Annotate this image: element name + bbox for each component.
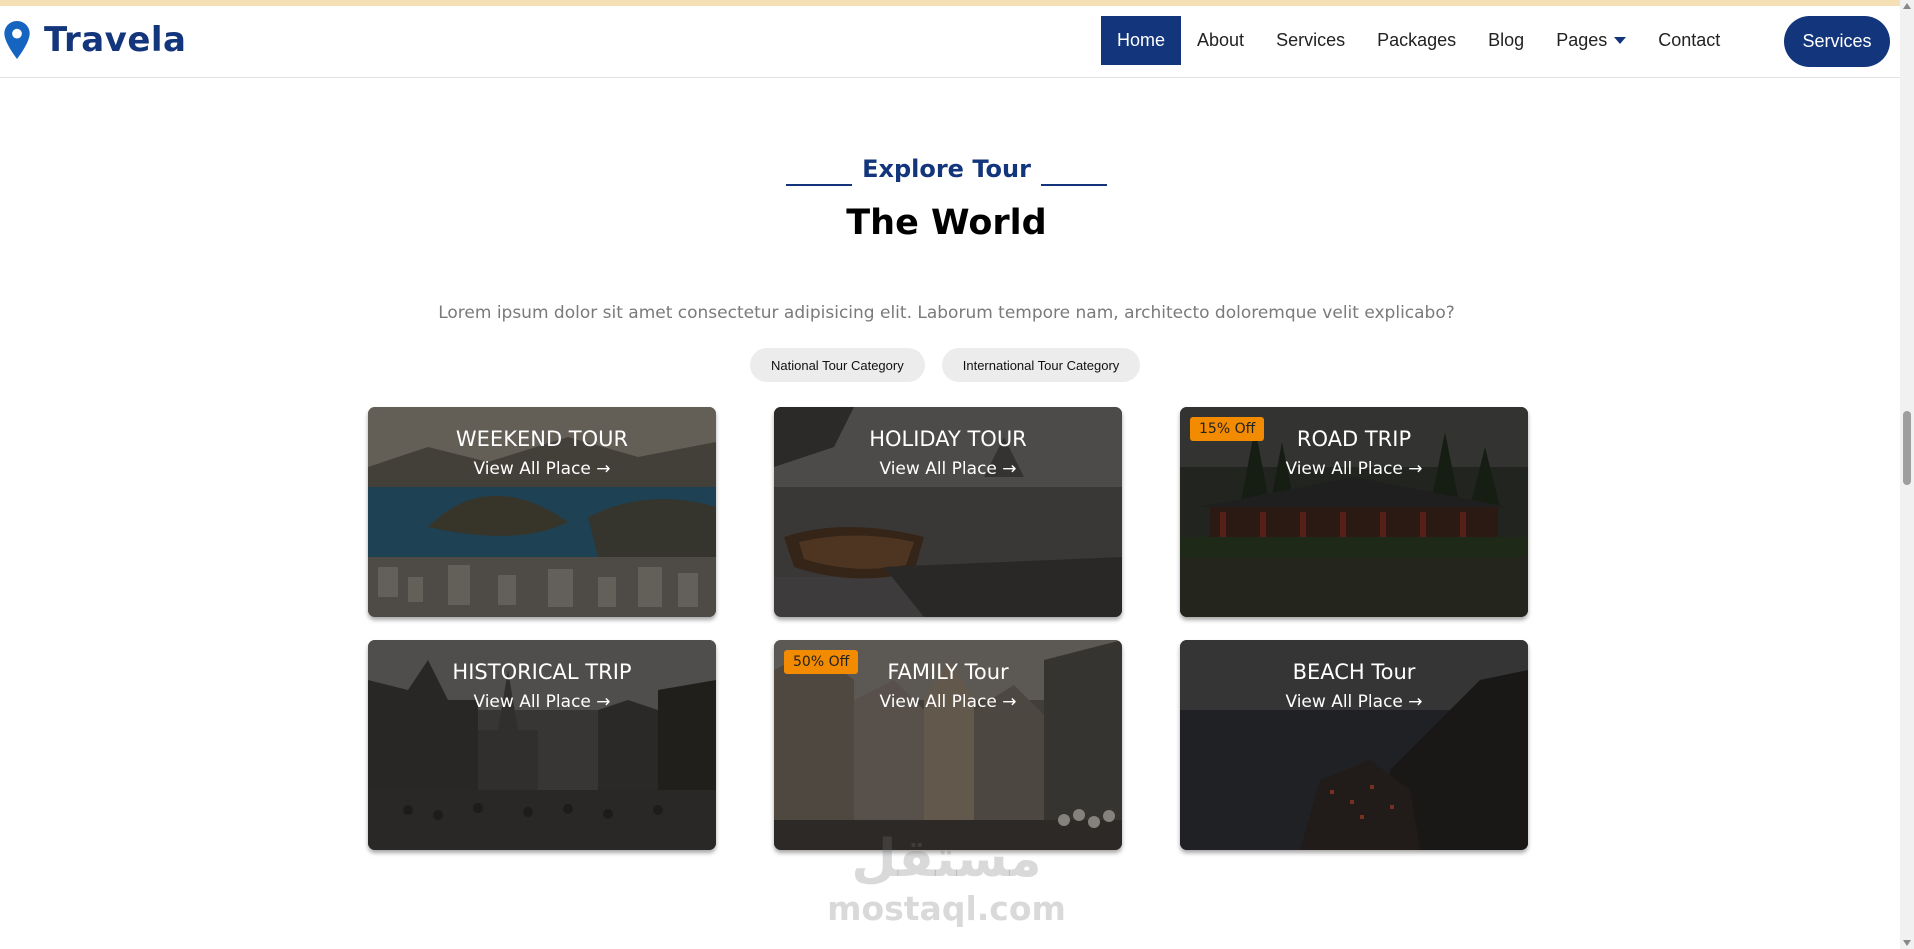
nav-about[interactable]: About: [1181, 16, 1260, 65]
category-tabs: National Tour Category International Tou…: [750, 348, 1157, 382]
nav-contact[interactable]: Contact: [1642, 16, 1736, 65]
tab-international-tour-category[interactable]: International Tour Category: [941, 348, 1141, 382]
subtitle-line-left: [786, 184, 853, 186]
tour-card-road-trip[interactable]: 15% Off ROAD TRIP View All Place →: [1180, 407, 1528, 617]
section-description: Lorem ipsum dolor sit amet consectetur a…: [438, 303, 1455, 323]
tour-card-weekend[interactable]: WEEKEND TOUR View All Place →: [368, 407, 716, 617]
watermark-latin: mostaql.com: [827, 889, 1066, 928]
subtitle-line-right: [1040, 184, 1107, 186]
card-title: BEACH Tour: [1292, 660, 1416, 684]
view-all-place-link[interactable]: View All Place →: [368, 459, 716, 479]
nav-pages-label: Pages: [1556, 30, 1608, 50]
card-title: HISTORICAL TRIP: [452, 660, 632, 684]
section-title: The World: [846, 203, 1047, 243]
nav-links: Home About Services Packages Blog Pages …: [1101, 16, 1736, 65]
tour-card-beach[interactable]: BEACH Tour View All Place →: [1180, 640, 1528, 850]
scrollbar-thumb[interactable]: [1903, 411, 1911, 485]
map-pin-icon: [4, 21, 30, 59]
nav-pages-dropdown[interactable]: Pages: [1540, 16, 1642, 65]
watermark: مستقل mostaql.com: [0, 829, 1893, 929]
section-subtitle-text: Explore Tour: [862, 155, 1031, 183]
section-subtitle: Explore Tour: [0, 155, 1893, 186]
scroll-down-arrow-icon[interactable]: [1903, 940, 1911, 946]
brand-logo[interactable]: Travela: [4, 16, 187, 64]
watermark-arabic: مستقل: [851, 829, 1042, 889]
card-title: FAMILY Tour: [887, 660, 1009, 684]
view-all-place-link[interactable]: View All Place →: [368, 692, 716, 712]
scroll-up-arrow-icon[interactable]: [1903, 3, 1911, 9]
brand-name: Travela: [44, 20, 187, 60]
view-all-place-link[interactable]: View All Place →: [774, 459, 1122, 479]
view-all-place-link[interactable]: View All Place →: [1180, 692, 1528, 712]
tab-national-tour-category[interactable]: National Tour Category: [750, 348, 925, 382]
card-title: WEEKEND TOUR: [455, 427, 629, 451]
view-all-place-link[interactable]: View All Place →: [1180, 459, 1528, 479]
page-scrollbar[interactable]: [1900, 0, 1914, 949]
tour-card-historical[interactable]: HISTORICAL TRIP View All Place →: [368, 640, 716, 850]
navbar: Travela Home About Services Packages Blo…: [0, 6, 1900, 78]
nav-blog[interactable]: Blog: [1472, 16, 1540, 65]
tour-card-family[interactable]: 50% Off FAMILY Tour View All Place →: [774, 640, 1122, 850]
card-title: HOLIDAY TOUR: [869, 427, 1027, 451]
chevron-down-icon: [1614, 37, 1627, 44]
nav-home[interactable]: Home: [1101, 16, 1182, 65]
nav-services[interactable]: Services: [1260, 16, 1361, 65]
view-all-place-link[interactable]: View All Place →: [774, 692, 1122, 712]
nav-packages[interactable]: Packages: [1361, 16, 1472, 65]
tour-card-holiday[interactable]: HOLIDAY TOUR View All Place →: [774, 407, 1122, 617]
card-title: ROAD TRIP: [1296, 427, 1412, 451]
services-button[interactable]: Services: [1784, 16, 1890, 67]
